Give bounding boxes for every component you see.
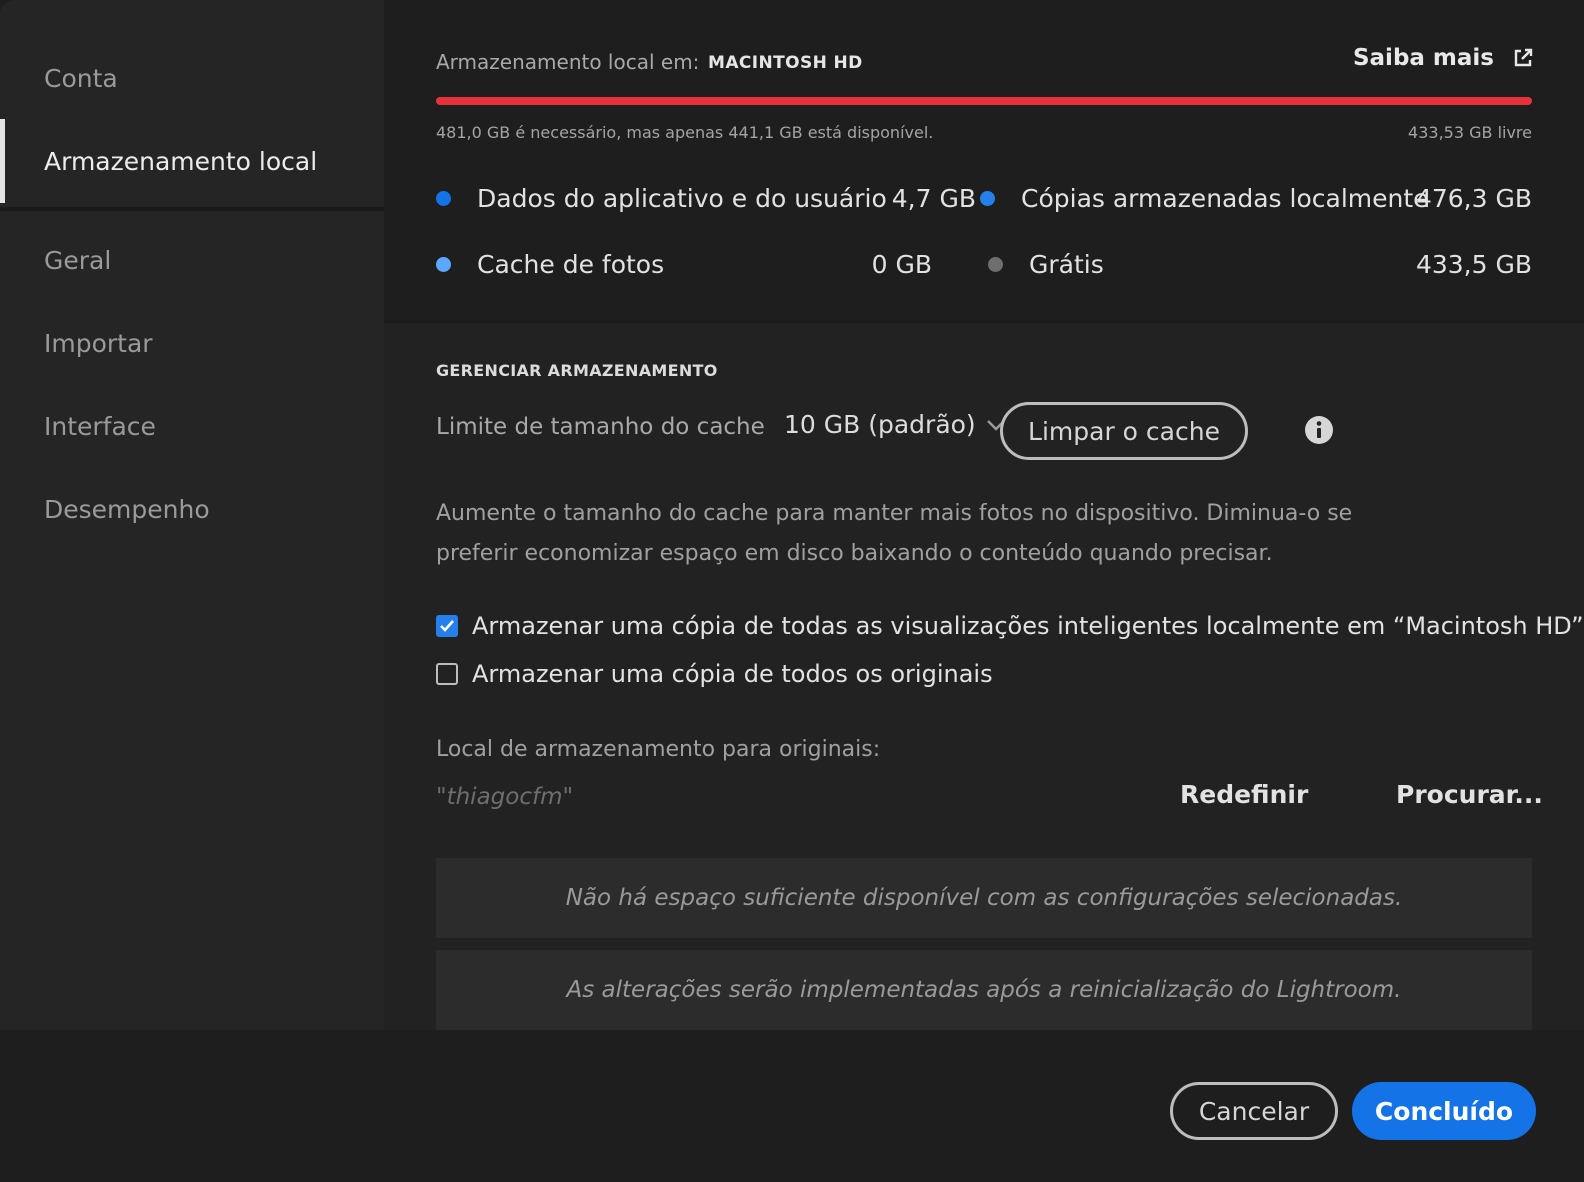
legend-dot-icon [988, 257, 1003, 272]
legend-label: Cache de fotos [477, 250, 665, 279]
cache-limit-label: Limite de tamanho do cache [436, 414, 765, 440]
sidebar-item-importar[interactable]: Importar [0, 301, 384, 385]
external-link-icon [1514, 48, 1533, 67]
storage-requirement-text: 481,0 GB é necessário, mas apenas 441,1 … [436, 123, 934, 142]
restart-message: As alterações serão implementadas após a… [436, 950, 1532, 1030]
legend-value: 433,5 GB [1415, 250, 1532, 279]
originals-checkbox[interactable] [436, 663, 458, 685]
originals-location-label: Local de armazenamento para originais: [436, 737, 881, 762]
sidebar-divider [0, 207, 384, 211]
cache-limit-value: 10 GB (padrão) [784, 410, 976, 439]
learn-more-label: Saiba mais [1352, 45, 1494, 71]
sidebar-item-interface[interactable]: Interface [0, 384, 384, 468]
cache-limit-dropdown[interactable]: 10 GB (padrão) [784, 410, 1006, 439]
cache-description: Aumente o tamanho do cache para manter m… [436, 501, 1353, 566]
browse-button[interactable]: Procurar... [1396, 780, 1543, 809]
legend-dot-icon [436, 257, 451, 272]
originals-location-path: "thiagocfm" [436, 784, 574, 810]
warning-message: Não há espaço suficiente disponível com … [436, 858, 1532, 938]
legend-item-app-data: Dados do aplicativo e do usuário [436, 184, 887, 213]
legend-label: Cópias armazenadas localmente [1021, 184, 1429, 213]
preferences-dialog: Conta Armazenamento local Geral Importar… [0, 0, 1584, 1182]
originals-label: Armazenar uma cópia de todos os originai… [472, 660, 993, 688]
done-button[interactable]: Concluído [1352, 1082, 1536, 1140]
sidebar: Conta Armazenamento local Geral Importar… [0, 0, 384, 1030]
storage-usage-bar [436, 97, 1532, 105]
legend-value: 4,7 GB [891, 184, 976, 213]
legend-value: 0 GB [871, 250, 932, 279]
legend-dot-icon [980, 191, 995, 206]
smart-previews-checkbox[interactable] [436, 615, 458, 637]
legend-item-photo-cache: Cache de fotos [436, 250, 664, 279]
reset-button[interactable]: Redefinir [1180, 780, 1308, 809]
manage-storage-title: GERENCIAR ARMAZENAMENTO [436, 361, 718, 380]
section-divider [384, 320, 1584, 323]
legend-dot-icon [436, 191, 451, 206]
option-smart-previews[interactable]: Armazenar uma cópia de todas as visualiz… [436, 612, 1584, 640]
smart-previews-label: Armazenar uma cópia de todas as visualiz… [472, 612, 1584, 640]
sidebar-item-armazenamento-local[interactable]: Armazenamento local [0, 119, 384, 203]
legend-label: Grátis [1029, 250, 1104, 279]
legend-item-local-copies: Cópias armazenadas localmente [980, 184, 1429, 213]
sidebar-item-desempenho[interactable]: Desempenho [0, 467, 384, 551]
info-icon[interactable] [1305, 416, 1333, 444]
cancel-button[interactable]: Cancelar [1170, 1082, 1338, 1140]
sidebar-item-geral[interactable]: Geral [0, 218, 384, 302]
legend-value: 476,3 GB [1415, 184, 1532, 213]
storage-free-text: 433,53 GB livre [1408, 123, 1532, 142]
sidebar-item-conta[interactable]: Conta [0, 36, 384, 120]
learn-more-link[interactable]: Saiba mais [1353, 45, 1534, 71]
clear-cache-button[interactable]: Limpar o cache [1000, 402, 1248, 460]
legend-item-free: Grátis [988, 250, 1104, 279]
drive-name: MACINTOSH HD [708, 53, 863, 73]
storage-location-label: Armazenamento local em: [436, 50, 700, 74]
checkmark-icon [440, 620, 454, 632]
legend-label: Dados do aplicativo e do usuário [477, 184, 887, 213]
option-originals[interactable]: Armazenar uma cópia de todos os originai… [436, 660, 993, 688]
